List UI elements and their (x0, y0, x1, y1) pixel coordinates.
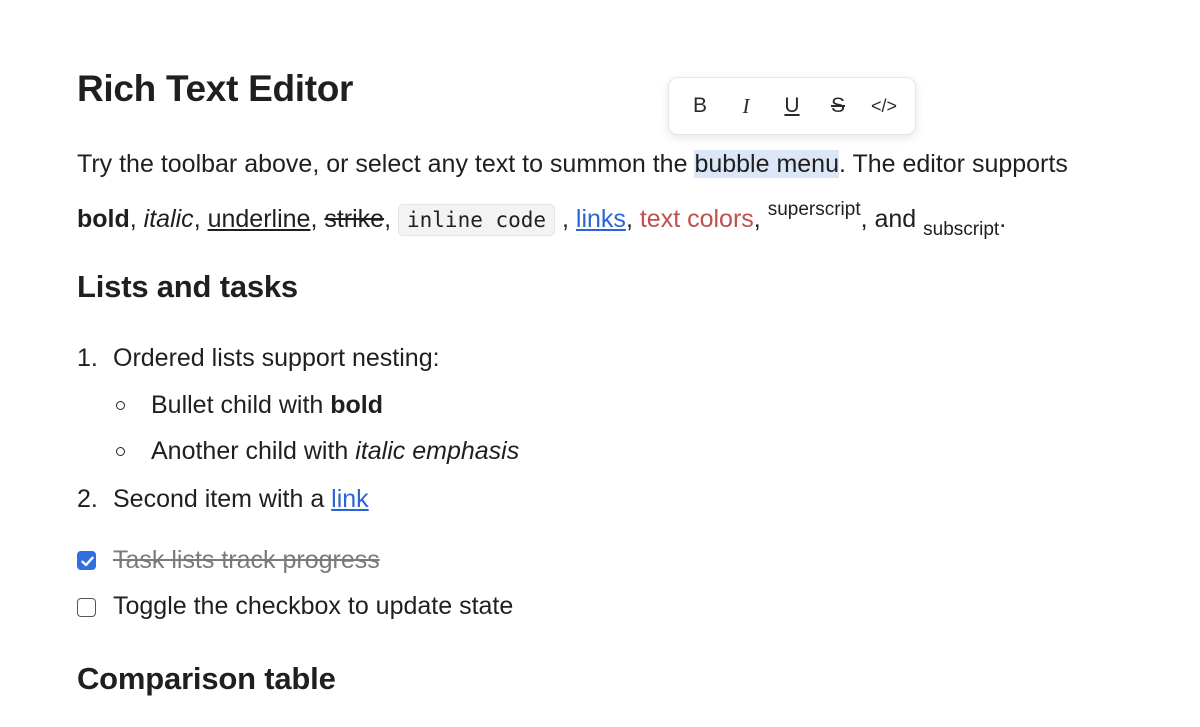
bullet-marker (116, 401, 125, 410)
list-item-text: Ordered lists support nesting: (113, 344, 440, 372)
task-checkbox-unchecked[interactable] (77, 598, 96, 617)
bold-text: bold (77, 205, 130, 233)
list-item-text: Another child with (151, 437, 356, 465)
bold-text: bold (330, 391, 384, 419)
text-span: . (999, 205, 1007, 233)
italic-text: italic emphasis (355, 437, 520, 465)
list-item-text: Bullet child with (151, 391, 331, 419)
text-span: , (625, 205, 640, 233)
task-item-1: Task lists track progress (113, 544, 380, 576)
subscript-text: subscript (923, 219, 1000, 240)
ordered-item-1[interactable]: 1. Ordered lists support nesting: (77, 342, 440, 374)
text-span: , and (860, 205, 924, 233)
text-span: , (555, 205, 576, 233)
table-heading: Comparison table (77, 661, 336, 696)
item-link[interactable]: link (331, 485, 369, 513)
text-span: , (129, 205, 144, 233)
italic-text: italic (143, 205, 194, 233)
bubble-menu: B I U S </> (668, 77, 916, 135)
task-text-done: Task lists track progress (113, 546, 380, 574)
lists-heading: Lists and tasks (77, 269, 298, 304)
strike-text: strike (324, 205, 385, 233)
text-span: , (193, 205, 208, 233)
code-button[interactable]: </> (867, 89, 901, 123)
bold-button[interactable]: B (683, 89, 717, 123)
ordered-item-2[interactable]: 2. Second item with a link (77, 483, 369, 515)
nested-item-2[interactable]: Another child with italic emphasis (151, 435, 519, 467)
superscript-text: superscript (767, 199, 861, 220)
check-icon (81, 556, 94, 567)
underline-button[interactable]: U (775, 89, 809, 123)
text-span: Try the toolbar above, or select any tex… (77, 150, 695, 178)
colored-text: text colors (639, 205, 754, 233)
list-item-text: Second item with a (113, 485, 332, 513)
list-number: 1. (77, 344, 98, 372)
list-number: 2. (77, 485, 98, 513)
links-link[interactable]: links (576, 205, 626, 233)
underline-text: underline (207, 205, 311, 233)
page-title: Rich Text Editor (77, 68, 354, 109)
text-span: . The editor supports (839, 150, 1068, 178)
text-span: , (310, 205, 325, 233)
text-span: , (384, 205, 398, 233)
italic-button[interactable]: I (729, 89, 763, 123)
selected-text[interactable]: bubble menu (694, 150, 839, 178)
text-span: , (753, 205, 768, 233)
task-text: Toggle the checkbox to update state (113, 592, 514, 620)
task-item-2: Toggle the checkbox to update state (113, 590, 513, 622)
nested-item-1[interactable]: Bullet child with bold (151, 389, 383, 421)
bullet-marker (116, 447, 125, 456)
intro-paragraph[interactable]: Try the toolbar above, or select any tex… (77, 142, 1137, 252)
strike-button[interactable]: S (821, 89, 855, 123)
inline-code: inline code (398, 204, 556, 236)
task-checkbox-checked[interactable] (77, 551, 96, 570)
